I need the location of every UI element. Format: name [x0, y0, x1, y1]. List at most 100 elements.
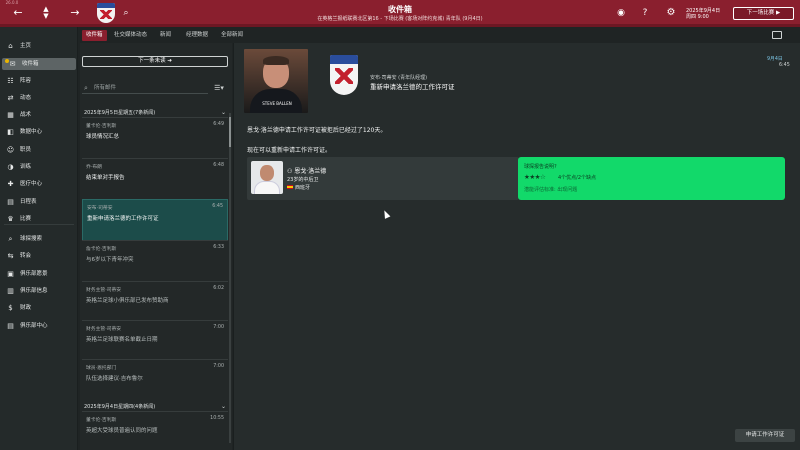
- club-centre-icon: ▤: [7, 322, 14, 330]
- inbox-message[interactable]: 詹卡伦·吉利斯 6:33 与6岁以下青年冲突: [82, 240, 228, 282]
- sidebar-item-tactics[interactable]: ▦ 战术: [0, 109, 78, 121]
- scout-report-card[interactable]: 球探报告说明? ★★★☆ 4个优点/2个缺点 潜能评估标准: 出现问题: [518, 157, 785, 200]
- sort-menu-icon[interactable]: ☰▾: [210, 82, 228, 94]
- game-date[interactable]: 2025年9月4日 周四 9:00: [686, 8, 720, 20]
- data-hub-icon: ◧: [7, 128, 14, 136]
- inbox-group-header[interactable]: 2025年9月5日星期五(7条新闻) ⌄: [84, 109, 226, 116]
- view-toggle-icon[interactable]: [772, 31, 782, 39]
- message-subject: 重新申请洛兰德的工作许可证: [87, 216, 159, 222]
- schedule-icon: ▤: [7, 198, 14, 206]
- message-sender: 乔·布朗: [86, 165, 102, 170]
- apply-work-permit-button[interactable]: 申请工作许可证: [735, 429, 795, 442]
- tab-news[interactable]: 新闻: [156, 30, 175, 41]
- chevron-down-icon[interactable]: ⌄: [221, 403, 226, 410]
- message-sender: 詹卡伦·吉利斯: [86, 247, 117, 252]
- club-crest-large-icon[interactable]: [330, 55, 358, 95]
- club-crest-icon[interactable]: [97, 3, 115, 23]
- sidebar-item-label: 比赛: [20, 216, 32, 222]
- club-info-icon: ▥: [7, 287, 14, 295]
- star-rating-icon: ★★★☆: [524, 173, 546, 181]
- next-match-info[interactable]: 在英格兰报纸联赛北区第16 - 下场比赛 (客场对阵约克城) 青年队 (9月4日…: [250, 15, 550, 22]
- inbox-message[interactable]: 乔·布朗 6:48 结束单对手报告: [82, 158, 228, 200]
- player-photo-body: [254, 181, 280, 194]
- message-subject: 与6岁以下青年冲突: [86, 257, 134, 263]
- gear-icon[interactable]: ⚙: [664, 6, 678, 20]
- message-sender[interactable]: 安布·司蒂安 (青年队经理): [370, 74, 427, 81]
- group-label: 2025年9月4日星期四(4条新闻): [84, 404, 156, 410]
- sidebar-item-scouting[interactable]: ⌕ 球探搜索: [0, 233, 78, 245]
- sidebar-item-label: 俱乐部愿景: [20, 271, 48, 277]
- sidebar: ⌂ 主页 ✉ 收件箱 ☷ 阵容 ⇄ 动态 ▦ 战术 ◧ 数据中心 ☺ 职员 ◑ 训练 ✚ 医疗中心 ▤ 日程表 ♛ 比赛 ⌕…: [0, 27, 78, 450]
- inbox-message[interactable]: 安布·司蒂安 6:45 重新申请洛兰德的工作许可证: [82, 199, 228, 241]
- tab-inbox[interactable]: 收件箱: [82, 30, 107, 41]
- sidebar-item-data-hub[interactable]: ◧ 数据中心: [0, 126, 78, 138]
- tab-all-news[interactable]: 全部新闻: [217, 30, 247, 41]
- sidebar-item-club-centre[interactable]: ▤ 俱乐部中心: [0, 320, 78, 332]
- inbox-message[interactable]: 球员·恩托部门 7:00 队伍选择建议·吉布鲁尔: [82, 359, 228, 401]
- social-icon[interactable]: ◉: [614, 6, 628, 20]
- dynamics-icon: ⇄: [7, 94, 14, 102]
- sidebar-item-dynamics[interactable]: ⇄ 动态: [0, 92, 78, 104]
- message-sender: 财务主管·司蒂安: [86, 327, 122, 332]
- sidebar-item-transfers[interactable]: ⇆ 转会: [0, 250, 78, 262]
- sidebar-item-label: 主页: [20, 43, 32, 49]
- inbox-message[interactable]: 财务主管·司蒂安 6:02 英格兰足球小俱乐部已发布赞助商: [82, 281, 228, 323]
- sidebar-item-finances[interactable]: $ 财政: [0, 302, 78, 314]
- chevron-down-icon[interactable]: ⌄: [221, 109, 226, 116]
- sidebar-item-club-info[interactable]: ▥ 俱乐部信息: [0, 285, 78, 297]
- sidebar-item-schedule[interactable]: ▤ 日程表: [0, 196, 78, 208]
- back-arrow-icon[interactable]: ←: [11, 6, 25, 20]
- search-placeholder: 所有邮件: [94, 85, 117, 91]
- message-title: 重新申请洛兰德的工作许可证: [370, 83, 455, 91]
- inbox-message[interactable]: 董卡伦·吉利斯 6:49 球员情况汇总: [82, 117, 228, 159]
- inbox-icon: ✉: [9, 60, 16, 68]
- message-time: 6:48: [213, 163, 224, 168]
- sender-portrait[interactable]: STEVE BALLEN: [244, 49, 308, 113]
- message-sender: 董卡伦·吉利斯: [86, 418, 117, 423]
- portrait-name-tag: STEVE BALLEN: [262, 101, 292, 106]
- inbox-list: 下一条未读 ➔ ⌕ 所有邮件 ☰▾ 2025年9月5日星期五(7条新闻) ⌄ 董卡伦…: [80, 43, 232, 450]
- scrollbar[interactable]: [229, 113, 231, 443]
- sidebar-item-medical[interactable]: ✚ 医疗中心: [0, 178, 78, 190]
- continue-button[interactable]: 下一场比赛 ▶: [733, 7, 794, 20]
- sidebar-item-label: 俱乐部信息: [20, 288, 48, 294]
- message-time: 6:45: [779, 63, 790, 68]
- continue-label: 下一场比赛: [746, 10, 775, 16]
- message-sender: 财务主管·司蒂安: [86, 288, 122, 293]
- sidebar-item-label: 职员: [20, 147, 32, 153]
- tab-social-feed[interactable]: 社交媒体动态: [110, 30, 151, 41]
- sidebar-item-home[interactable]: ⌂ 主页: [0, 40, 78, 52]
- sidebar-item-staff[interactable]: ☺ 职员: [0, 144, 78, 156]
- sidebar-divider: [4, 224, 74, 225]
- scrollbar-thumb[interactable]: [229, 117, 231, 147]
- player-nationality: 西班牙: [295, 185, 311, 191]
- player-name[interactable]: ⚇ 恩戈·洛兰德: [287, 166, 326, 175]
- forward-arrow-icon[interactable]: →: [68, 6, 82, 20]
- next-unread-button[interactable]: 下一条未读 ➔: [82, 56, 228, 67]
- inbox-message[interactable]: 董卡伦·吉利斯 10:55 英超大受球员普遍认同的问题: [82, 411, 228, 450]
- message-time: 7:00: [213, 364, 224, 369]
- tab-manager-stats[interactable]: 经理数据: [182, 30, 212, 41]
- inbox-group-header[interactable]: 2025年9月4日星期四(4条新闻) ⌄: [84, 403, 226, 410]
- medical-icon: ✚: [7, 180, 14, 188]
- sidebar-item-squad[interactable]: ☷ 阵容: [0, 75, 78, 87]
- message-subject: 结束单对手报告: [86, 175, 125, 181]
- game-date-line2: 周四 9:00: [686, 14, 709, 20]
- message-body-line1: 恩戈·洛兰德申请工作许可证被拒后已经过了120天。: [247, 127, 387, 134]
- inbox-message[interactable]: 财务主管·司蒂安 7:00 英格兰足球联赛名单截止日期: [82, 320, 228, 362]
- transfers-icon: ⇆: [7, 252, 14, 260]
- sidebar-item-training[interactable]: ◑ 训练: [0, 161, 78, 173]
- sidebar-item-label: 训练: [20, 164, 32, 170]
- staff-icon: ☺: [6, 146, 15, 154]
- search-input[interactable]: ⌕ 所有邮件: [82, 82, 208, 94]
- help-icon[interactable]: ?: [638, 6, 652, 20]
- message-sender: 球员·恩托部门: [86, 366, 117, 371]
- message-subject: 队伍选择建议·吉布鲁尔: [86, 376, 143, 382]
- message-sender: 董卡伦·吉利斯: [86, 124, 117, 129]
- search-icon[interactable]: ⌕: [119, 6, 133, 20]
- sidebar-item-club-vision[interactable]: ▣ 俱乐部愿景: [0, 268, 78, 280]
- history-chevrons-icon[interactable]: ▲ ▼: [39, 6, 53, 20]
- player-card[interactable]: ⚇ 恩戈·洛兰德 23岁的中后卫 西班牙: [247, 157, 519, 200]
- top-bar: 26.0.0 ← ▲ ▼ → ⌕ 收件箱 在英格兰报纸联赛北区第16 - 下场比赛…: [0, 0, 800, 27]
- sidebar-item-inbox[interactable]: ✉ 收件箱: [2, 58, 76, 70]
